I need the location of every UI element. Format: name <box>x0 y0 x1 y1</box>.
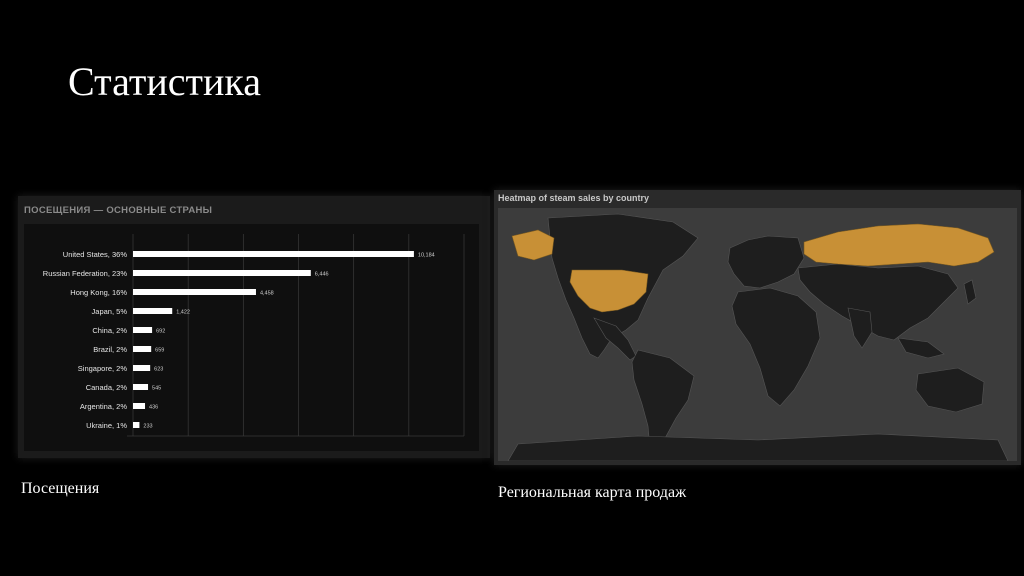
value-label: 10,184 <box>418 253 435 259</box>
bar <box>133 251 414 257</box>
alaska-highlight <box>511 229 555 261</box>
japan <box>963 279 977 305</box>
antarctica <box>507 433 1009 462</box>
asia <box>797 263 959 341</box>
bar <box>133 327 153 333</box>
value-label: 1,422 <box>176 310 190 316</box>
bar <box>133 403 146 409</box>
slide-title: Статистика <box>68 59 261 104</box>
chart-plot-area: United States, 36% 10,184 Russian Federati… <box>24 224 479 451</box>
caption-sales-map: Региональная карта продаж <box>498 484 687 501</box>
world-map <box>498 208 1017 462</box>
value-label: 623 <box>154 367 163 373</box>
category-label: Singapore, 2% <box>78 364 128 373</box>
world-map-svg <box>507 213 1009 462</box>
visits-chart-panel: ПОСЕЩЕНИЯ — ОСНОВНЫЕ СТРАНЫ United State… <box>18 196 490 458</box>
bar <box>133 422 140 428</box>
bar <box>133 384 149 390</box>
sales-map-panel: Heatmap of steam sales by country <box>494 190 1021 465</box>
australia <box>915 367 985 413</box>
value-label: 659 <box>155 348 164 354</box>
bar <box>133 270 311 276</box>
value-label: 436 <box>149 405 158 411</box>
southeast-asia <box>897 337 945 359</box>
category-label: Brazil, 2% <box>93 345 127 354</box>
category-label: Canada, 2% <box>86 383 128 392</box>
bar <box>133 365 151 371</box>
chart-header: ПОСЕЩЕНИЯ — ОСНОВНЫЕ СТРАНЫ <box>24 205 213 216</box>
africa <box>731 287 821 407</box>
value-label: 545 <box>152 386 161 392</box>
bar <box>133 346 152 352</box>
category-label: Hong Kong, 16% <box>70 288 127 297</box>
bar <box>133 289 256 295</box>
map-header: Heatmap of steam sales by country <box>498 193 650 203</box>
value-label: 4,458 <box>260 291 274 297</box>
india <box>847 307 873 349</box>
value-label: 6,446 <box>315 272 329 278</box>
bar-chart: United States, 36% 10,184 Russian Federati… <box>43 234 465 437</box>
category-label: Ukraine, 1% <box>86 421 127 430</box>
category-label: United States, 36% <box>63 250 128 259</box>
value-label: 233 <box>143 424 152 430</box>
bar <box>133 308 173 314</box>
europe <box>727 235 805 289</box>
value-label: 692 <box>156 329 165 335</box>
russia-highlight <box>803 223 995 267</box>
category-label: Argentina, 2% <box>80 402 127 411</box>
category-label: Russian Federation, 23% <box>43 269 128 278</box>
category-label: China, 2% <box>92 326 127 335</box>
category-label: Japan, 5% <box>92 307 128 316</box>
caption-visits: Посещения <box>21 480 100 497</box>
